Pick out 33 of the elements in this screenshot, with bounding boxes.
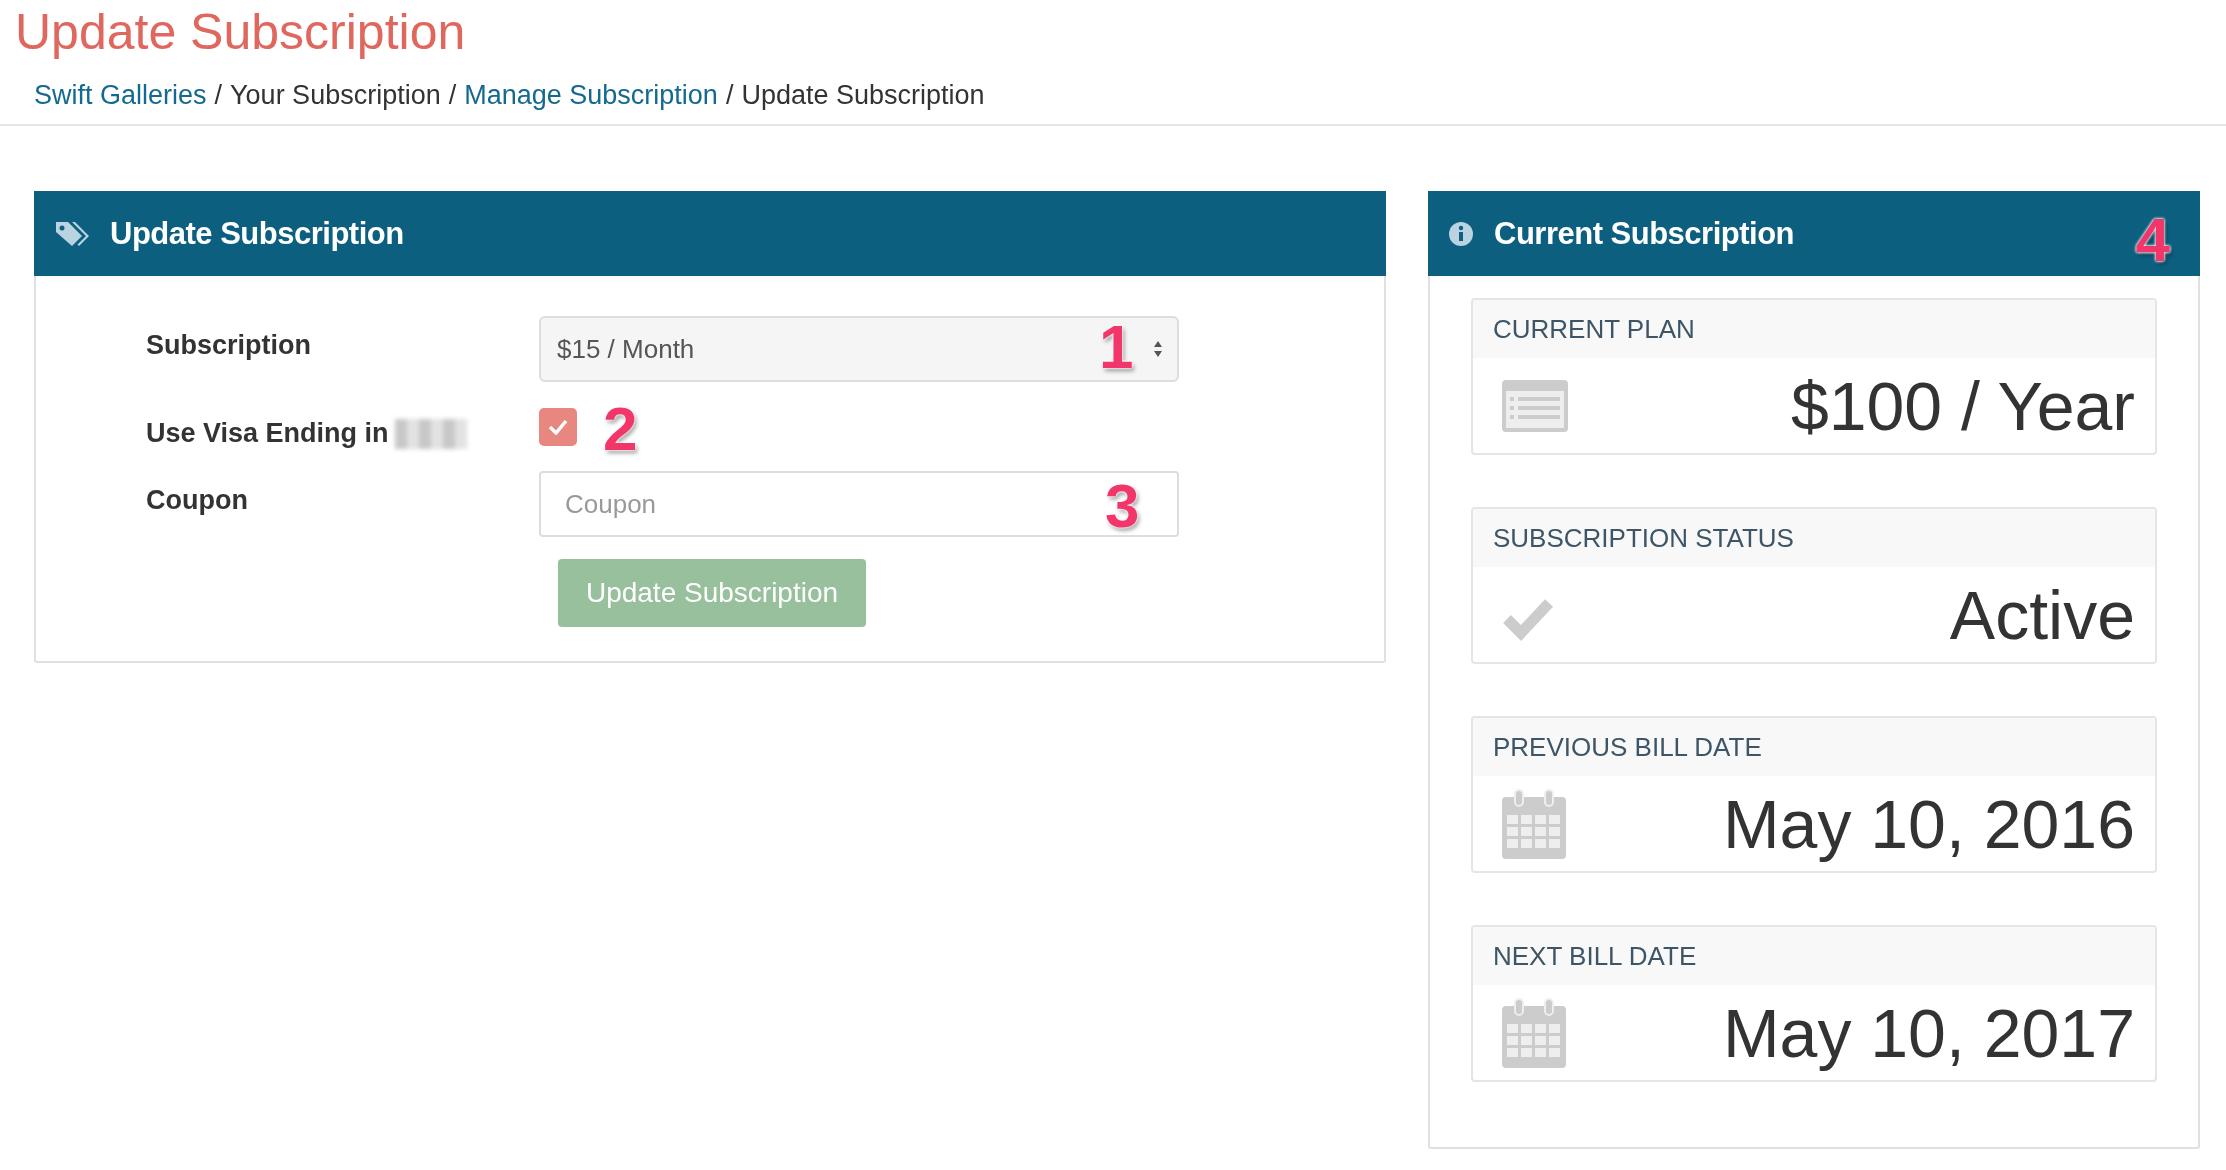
tags-icon: [54, 219, 90, 248]
panel-title: Current Subscription: [1494, 215, 1794, 252]
breadcrumb-link[interactable]: Swift Galleries: [34, 80, 207, 111]
field-label: Subscription: [146, 330, 311, 361]
checkmark-icon: [548, 419, 568, 435]
calendar-icon: [1501, 788, 1567, 860]
callout-number: 2: [603, 398, 638, 460]
card-value: May 10, 2016: [1722, 785, 2135, 863]
breadcrumb-link[interactable]: Manage Subscription: [464, 80, 718, 111]
card-label: NEXT BILL DATE: [1473, 927, 2155, 985]
updown-caret-icon: [1153, 340, 1163, 358]
callout-number: 1: [1099, 316, 1134, 378]
panel-title: Update Subscription: [110, 215, 404, 252]
calendar-icon: [1501, 997, 1567, 1069]
list-card-icon: [1501, 379, 1569, 433]
breadcrumb-item: Your Subscription: [230, 80, 441, 111]
breadcrumb-separator: /: [448, 80, 457, 111]
breadcrumb-item: Update Subscription: [741, 80, 985, 111]
card-label: CURRENT PLAN: [1473, 300, 2155, 358]
field-label: Coupon: [146, 485, 248, 516]
card-value: $100 / Year: [1790, 367, 2135, 445]
card-label: PREVIOUS BILL DATE: [1473, 718, 2155, 776]
breadcrumb-separator: /: [725, 80, 734, 111]
card-label: SUBSCRIPTION STATUS: [1473, 509, 2155, 567]
field-label: Use Visa Ending in: [146, 418, 389, 449]
page-title: Update Subscription: [14, 3, 467, 62]
callout-number: 3: [1105, 475, 1140, 537]
info-icon: [1448, 220, 1474, 247]
breadcrumb-separator: /: [214, 80, 223, 111]
card-value: Active: [1949, 576, 2135, 654]
callout-number: 4: [2135, 209, 2170, 271]
card-value: May 10, 2017: [1722, 994, 2135, 1072]
visa-checkbox[interactable]: [539, 408, 577, 446]
